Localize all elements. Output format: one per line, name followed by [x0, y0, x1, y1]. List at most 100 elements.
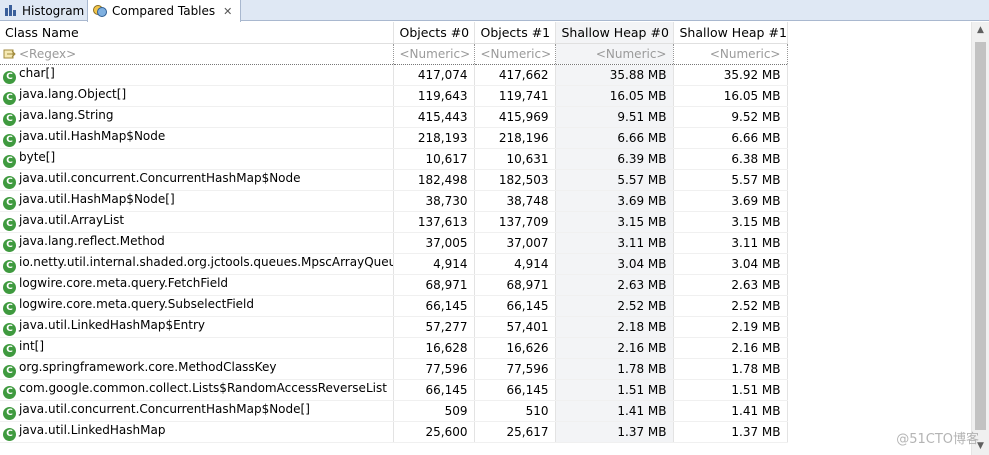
- numeric-filter-input[interactable]: <Numeric>: [673, 42, 788, 65]
- table-row[interactable]: Cjava.util.HashMap$Node[] 38,730 38,748 3.6…: [0, 190, 788, 212]
- objects-1-cell: 10,631: [474, 148, 556, 170]
- class-name-cell: Cbyte[]: [0, 148, 394, 170]
- class-name-cell: Cjava.util.LinkedHashMap: [0, 421, 394, 443]
- table-row[interactable]: Ccom.google.common.collect.Lists$RandomA…: [0, 379, 788, 401]
- shallow-heap-0-cell: 1.51 MB: [555, 379, 674, 401]
- objects-1-cell: 218,196: [474, 127, 556, 149]
- objects-1-cell: 38,748: [474, 190, 556, 212]
- objects-1-cell: 37,007: [474, 232, 556, 254]
- table-row[interactable]: Clogwire.core.meta.query.SubselectField 6…: [0, 295, 788, 317]
- tab-histogram[interactable]: Histogram: [0, 0, 86, 21]
- class-name-cell: Cjava.util.ArrayList: [0, 211, 394, 233]
- shallow-heap-1-cell: 2.63 MB: [673, 274, 788, 296]
- class-icon: C: [3, 175, 16, 189]
- table-row[interactable]: Cjava.lang.reflect.Method 37,005 37,007 3.1…: [0, 232, 788, 254]
- table-row[interactable]: Cio.netty.util.internal.shaded.org.jctoo…: [0, 253, 788, 275]
- shallow-heap-1-cell: 2.16 MB: [673, 337, 788, 359]
- shallow-heap-1-cell: 3.04 MB: [673, 253, 788, 275]
- class-name-cell: Cjava.util.HashMap$Node: [0, 127, 394, 149]
- objects-0-cell: 77,596: [393, 358, 475, 380]
- class-icon: C: [3, 364, 16, 378]
- watermark: @51CTO博客: [896, 432, 979, 447]
- scroll-up-icon[interactable]: ▲: [972, 22, 989, 39]
- table-row[interactable]: Cint[] 16,628 16,626 2.16 MB 2.16 MB: [0, 337, 788, 359]
- shallow-heap-1-cell: 6.66 MB: [673, 127, 788, 149]
- column-header-shallow-heap-0[interactable]: Shallow Heap #0: [555, 22, 674, 44]
- class-name-cell: Cjava.util.LinkedHashMap$Entry: [0, 316, 394, 338]
- tab-label: Histogram: [22, 3, 85, 18]
- table-row[interactable]: Cjava.util.HashMap$Node 218,193 218,196 6.6…: [0, 127, 788, 149]
- table-row[interactable]: Cjava.util.ArrayList 137,613 137,709 3.15 M…: [0, 211, 788, 233]
- table-row[interactable]: Corg.springframework.core.MethodClassKey…: [0, 358, 788, 380]
- objects-0-cell: 68,971: [393, 274, 475, 296]
- objects-0-cell: 66,145: [393, 379, 475, 401]
- table-row[interactable]: Cjava.util.LinkedHashMap 25,600 25,617 1.37…: [0, 421, 788, 443]
- table-row[interactable]: Cjava.util.LinkedHashMap$Entry 57,277 57,4…: [0, 316, 788, 338]
- objects-0-cell: 119,643: [393, 85, 475, 107]
- regex-filter-input[interactable]: <Regex>: [0, 42, 394, 65]
- tab-compared-tables[interactable]: Compared Tables ✕: [87, 0, 241, 22]
- objects-1-cell: 417,662: [474, 64, 556, 86]
- objects-1-cell: 182,503: [474, 169, 556, 191]
- objects-1-cell: 66,145: [474, 379, 556, 401]
- numeric-filter-input[interactable]: <Numeric>: [393, 42, 475, 65]
- table-row[interactable]: Cbyte[] 10,617 10,631 6.39 MB 6.38 MB: [0, 148, 788, 170]
- numeric-filter-input[interactable]: <Numeric>: [555, 42, 674, 65]
- shallow-heap-0-cell: 2.18 MB: [555, 316, 674, 338]
- table-row[interactable]: Cchar[] 417,074 417,662 35.88 MB 35.92 MB: [0, 64, 788, 86]
- table-row[interactable]: Cjava.lang.Object[] 119,643 119,741 16.05 M…: [0, 85, 788, 107]
- compare-icon: [92, 4, 108, 18]
- shallow-heap-0-cell: 6.66 MB: [555, 127, 674, 149]
- shallow-heap-1-cell: 1.78 MB: [673, 358, 788, 380]
- shallow-heap-1-cell: 3.15 MB: [673, 211, 788, 233]
- class-icon: C: [3, 322, 16, 336]
- objects-1-cell: 25,617: [474, 421, 556, 443]
- class-icon: C: [3, 406, 16, 420]
- objects-1-cell: 119,741: [474, 85, 556, 107]
- shallow-heap-0-cell: 1.41 MB: [555, 400, 674, 422]
- shallow-heap-1-cell: 16.05 MB: [673, 85, 788, 107]
- class-name-cell: Cjava.lang.String: [0, 106, 394, 128]
- shallow-heap-1-cell: 3.69 MB: [673, 190, 788, 212]
- shallow-heap-0-cell: 3.04 MB: [555, 253, 674, 275]
- shallow-heap-1-cell: 2.52 MB: [673, 295, 788, 317]
- class-icon: C: [3, 238, 16, 252]
- column-header-objects-0[interactable]: Objects #0: [393, 22, 475, 44]
- filter-icon: [3, 48, 17, 60]
- table-row[interactable]: Clogwire.core.meta.query.FetchField 68,97…: [0, 274, 788, 296]
- close-icon[interactable]: ✕: [223, 5, 232, 18]
- shallow-heap-1-cell: 6.38 MB: [673, 148, 788, 170]
- objects-1-cell: 57,401: [474, 316, 556, 338]
- shallow-heap-1-cell: 3.11 MB: [673, 232, 788, 254]
- column-header-objects-1[interactable]: Objects #1: [474, 22, 556, 44]
- objects-0-cell: 66,145: [393, 295, 475, 317]
- table-row[interactable]: Cjava.util.concurrent.ConcurrentHashMap$…: [0, 169, 788, 191]
- scrollbar-thumb[interactable]: [975, 42, 986, 430]
- shallow-heap-0-cell: 2.63 MB: [555, 274, 674, 296]
- objects-0-cell: 509: [393, 400, 475, 422]
- shallow-heap-1-cell: 9.52 MB: [673, 106, 788, 128]
- objects-1-cell: 415,969: [474, 106, 556, 128]
- editor-tab-bar: Histogram Compared Tables ✕: [0, 0, 989, 22]
- table-row[interactable]: Cjava.lang.String 415,443 415,969 9.51 MB 9.…: [0, 106, 788, 128]
- class-icon: C: [3, 259, 16, 273]
- class-name-cell: Cjava.util.HashMap$Node[]: [0, 190, 394, 212]
- shallow-heap-0-cell: 1.37 MB: [555, 421, 674, 443]
- shallow-heap-0-cell: 6.39 MB: [555, 148, 674, 170]
- table-header-row: Class Name Objects #0 Objects #1 Shallow…: [0, 22, 788, 44]
- shallow-heap-0-cell: 5.57 MB: [555, 169, 674, 191]
- objects-0-cell: 417,074: [393, 64, 475, 86]
- numeric-filter-input[interactable]: <Numeric>: [474, 42, 556, 65]
- vertical-scrollbar[interactable]: ▲ ▼: [971, 22, 989, 455]
- class-icon: C: [3, 196, 16, 210]
- column-header-shallow-heap-1[interactable]: Shallow Heap #1: [673, 22, 788, 44]
- class-name-cell: Cjava.lang.Object[]: [0, 85, 394, 107]
- column-header-class-name[interactable]: Class Name: [0, 22, 394, 44]
- table-row[interactable]: Cjava.util.concurrent.ConcurrentHashMap$…: [0, 400, 788, 422]
- filter-row: <Regex> <Numeric> <Numeric> <Numeric> <N…: [0, 42, 788, 65]
- class-icon: C: [3, 112, 16, 126]
- shallow-heap-1-cell: 5.57 MB: [673, 169, 788, 191]
- objects-1-cell: 66,145: [474, 295, 556, 317]
- shallow-heap-0-cell: 2.52 MB: [555, 295, 674, 317]
- class-name-cell: Cint[]: [0, 337, 394, 359]
